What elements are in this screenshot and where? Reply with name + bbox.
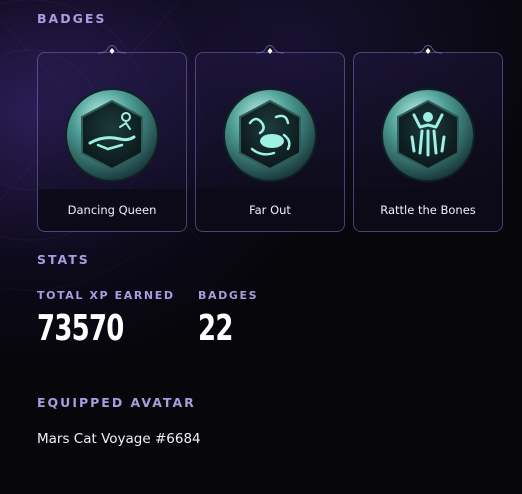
- badges-count-label: BADGES: [198, 289, 259, 302]
- badge-card-dancing-queen[interactable]: Dancing Queen: [37, 45, 187, 232]
- badge-label-area: Dancing Queen: [38, 189, 186, 231]
- card-notch-icon: [256, 45, 284, 54]
- total-xp-value: 73570: [37, 308, 124, 349]
- equipped-avatar-section-title: EQUIPPED AVATAR: [37, 395, 196, 410]
- card-notch-icon: [414, 45, 442, 54]
- badge-label: Rattle the Bones: [380, 203, 476, 217]
- dancer-icon: [65, 88, 159, 182]
- badge-label-area: Rattle the Bones: [354, 189, 502, 231]
- badge-card-far-out[interactable]: Far Out: [195, 45, 345, 232]
- badges-section-title: BADGES: [37, 11, 107, 26]
- equipped-avatar-name: Mars Cat Voyage #6684: [37, 431, 201, 447]
- card-notch-icon: [98, 45, 126, 54]
- badge-card-rattle-the-bones[interactable]: Rattle the Bones: [353, 45, 503, 232]
- stats-section-title: STATS: [37, 252, 90, 267]
- badge-label-area: Far Out: [196, 189, 344, 231]
- badge-label: Far Out: [249, 203, 291, 217]
- badges-count-value: 22: [198, 308, 233, 349]
- skeleton-icon: [381, 88, 475, 182]
- total-xp-label: TOTAL XP EARNED: [37, 289, 175, 302]
- badge-label: Dancing Queen: [67, 203, 157, 217]
- far-out-icon: [223, 88, 317, 182]
